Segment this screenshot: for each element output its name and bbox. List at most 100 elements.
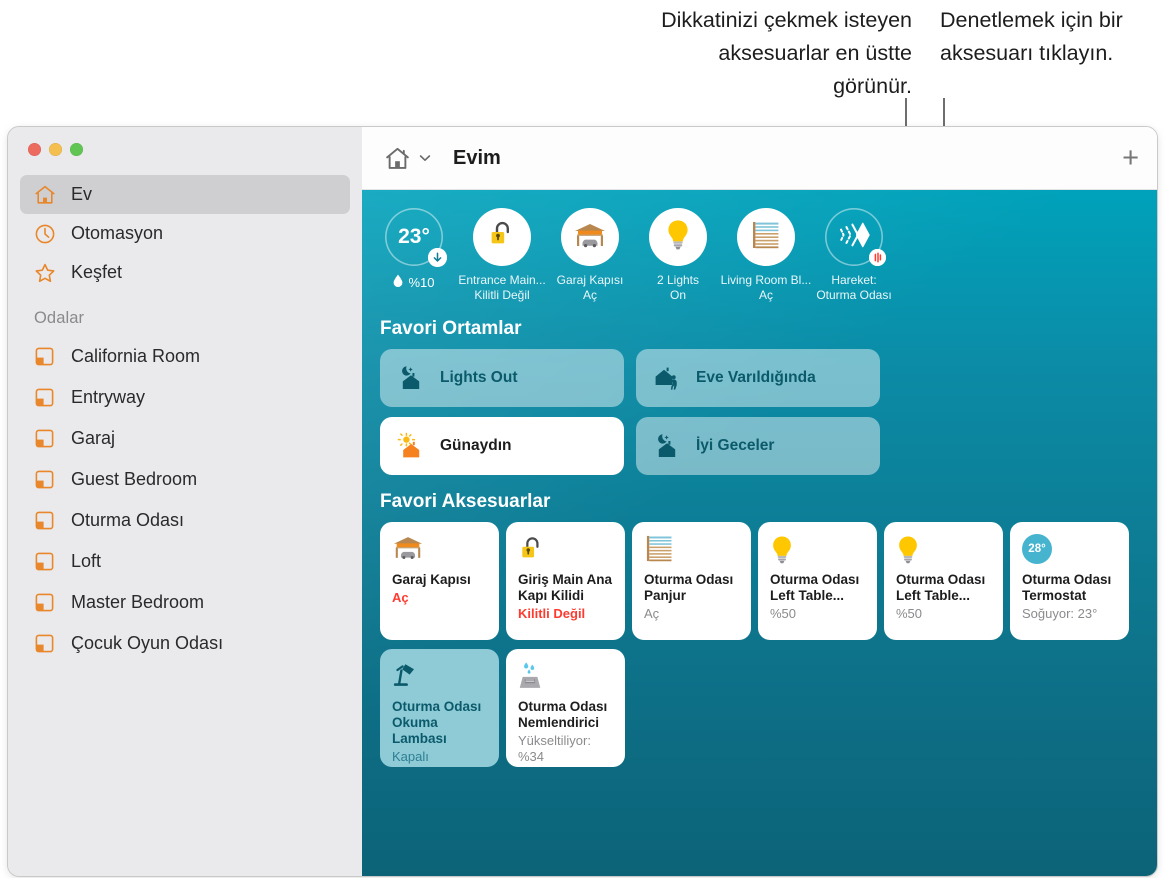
room-label: Garaj <box>71 428 116 448</box>
desk-lamp-icon <box>392 661 488 695</box>
moon-house-icon <box>397 364 425 392</box>
sidebar-item-room[interactable]: California Room <box>20 336 350 377</box>
sidebar-item-automation[interactable]: Otomasyon <box>20 214 350 253</box>
scene-label: Eve Varıldığında <box>696 369 816 386</box>
page-title: Evim <box>453 146 501 169</box>
sidebar-item-label: Otomasyon <box>71 223 164 243</box>
scene-label: Lights Out <box>440 369 518 386</box>
accessory-card-humidifier[interactable]: Oturma Odası Nemlendirici Yükseltiliyor:… <box>506 649 625 767</box>
scene-tile[interactable]: Günaydın <box>380 417 624 475</box>
accessory-card-left-table-lamp-2[interactable]: Oturma Odası Left Table... %50 <box>884 522 1003 640</box>
star-icon <box>33 261 57 285</box>
sidebar-section-rooms: Odalar <box>34 309 85 327</box>
sidebar-item-room[interactable]: Master Bedroom <box>20 582 350 623</box>
humidity-value: %10 <box>408 274 435 290</box>
clock-icon <box>33 222 57 246</box>
room-icon <box>34 387 55 408</box>
sidebar-item-discover[interactable]: Keşfet <box>20 253 350 292</box>
accessory-card-garage-door[interactable]: Garaj Kapısı Aç <box>380 522 499 640</box>
scene-grid: Lights Out Eve Varıldığında Günaydın İyi… <box>380 349 1157 475</box>
accessory-state: %50 <box>770 606 797 621</box>
accessory-circle <box>473 208 531 266</box>
lock-open-icon <box>487 219 517 256</box>
status-line1: Living Room Bl... <box>720 273 812 287</box>
accessory-state: Aç <box>392 590 409 605</box>
status-climate[interactable]: 23° %10 <box>370 208 458 302</box>
status-line2: Aç <box>758 287 773 302</box>
callout-text-right: Denetlemek için bir aksesuarı tıklayın. <box>940 8 1123 65</box>
sidebar-item-room[interactable]: Çocuk Oyun Odası <box>20 623 350 664</box>
accessory-name: Oturma Odası Panjur <box>644 572 734 603</box>
status-line2: Oturma Odası <box>816 287 892 302</box>
status-strip: 23° %10 Entrance Main... Kilitli Değil G… <box>362 190 1157 302</box>
sidebar-item-room[interactable]: Guest Bedroom <box>20 459 350 500</box>
garage-door-icon <box>573 221 607 254</box>
accessory-card-thermostat[interactable]: 28° Oturma Odası Termostat Soğuyor: 23° <box>1010 522 1129 640</box>
accessory-name: Oturma Odası Left Table... <box>770 572 860 603</box>
home-icon <box>33 183 57 207</box>
humidifier-icon <box>518 661 614 695</box>
accessory-name: Giriş Main Ana Kapı Kilidi <box>518 572 613 603</box>
sidebar-item-room[interactable]: Oturma Odası <box>20 500 350 541</box>
status-label: Living Room Bl... Aç <box>720 273 812 302</box>
accessory-card-reading-lamp[interactable]: Oturma Odası Okuma Lambası Kapalı <box>380 649 499 767</box>
accessory-circle <box>737 208 795 266</box>
scene-tile[interactable]: Eve Varıldığında <box>636 349 880 407</box>
add-button[interactable]: + <box>1122 143 1139 173</box>
room-icon <box>34 346 55 367</box>
home-icon[interactable] <box>384 145 411 172</box>
chevron-down-icon[interactable] <box>417 150 433 166</box>
scene-tile[interactable]: İyi Geceler <box>636 417 880 475</box>
room-icon <box>34 592 55 613</box>
status-line1: Entrance Main... <box>458 273 546 287</box>
sidebar-item-label: Keşfet <box>71 262 123 282</box>
maximize-button[interactable] <box>70 143 83 156</box>
close-button[interactable] <box>28 143 41 156</box>
status-lock[interactable]: Entrance Main... Kilitli Değil <box>458 208 546 302</box>
droplet-icon <box>393 274 403 290</box>
motion-icon <box>837 219 871 256</box>
accessory-name: Oturma Odası Nemlendirici <box>518 699 608 730</box>
accessory-circle <box>561 208 619 266</box>
sidebar-item-room[interactable]: Garaj <box>20 418 350 459</box>
room-icon <box>34 551 55 572</box>
status-blinds[interactable]: Living Room Bl... Aç <box>720 208 812 302</box>
accessory-name: Oturma Odası Termostat <box>1022 572 1112 603</box>
status-label: Garaj Kapısı Aç <box>544 273 636 302</box>
status-motion[interactable]: Hareket: Oturma Odası <box>810 208 898 302</box>
status-label: 2 Lights On <box>632 273 724 302</box>
accessory-card-left-table-lamp-1[interactable]: Oturma Odası Left Table... %50 <box>758 522 877 640</box>
sidebar-item-home[interactable]: Ev <box>20 175 350 214</box>
status-label: Hareket: Oturma Odası <box>808 273 900 302</box>
scene-label: Günaydın <box>440 437 512 454</box>
status-label: Entrance Main... Kilitli Değil <box>456 273 548 302</box>
sidebar-item-room[interactable]: Entryway <box>20 377 350 418</box>
minimize-button[interactable] <box>49 143 62 156</box>
accessory-state: Soğuyor: 23° <box>1022 606 1098 621</box>
status-lights[interactable]: 2 Lights On <box>634 208 722 302</box>
garage-door-icon <box>392 534 488 568</box>
status-line2: Aç <box>582 287 597 302</box>
scene-tile[interactable]: Lights Out <box>380 349 624 407</box>
status-line2: Kilitli Değil <box>474 287 530 302</box>
accessory-card-blinds[interactable]: Oturma Odası Panjur Aç <box>632 522 751 640</box>
lightbulb-icon <box>770 534 866 568</box>
house-person-icon <box>653 364 681 392</box>
moon-house-icon <box>653 432 681 460</box>
status-line2: On <box>669 287 686 302</box>
status-garage[interactable]: Garaj Kapısı Aç <box>546 208 634 302</box>
accessory-name: Oturma Odası Okuma Lambası <box>392 699 482 746</box>
room-label: Loft <box>71 551 102 571</box>
scene-label: İyi Geceler <box>696 437 775 454</box>
sidebar-item-room[interactable]: Loft <box>20 541 350 582</box>
accessory-grid: Garaj Kapısı Aç Giriş Main Ana Kapı Kili… <box>380 522 1157 767</box>
accessory-state: Aç <box>644 606 660 621</box>
accessory-state: Yükseltiliyor: %34 <box>518 733 591 764</box>
app-window: Ev Otomasyon Keşfet Odalar California Ro… <box>8 127 1157 876</box>
accessory-circle <box>649 208 707 266</box>
section-title-scenes: Favori Ortamlar <box>380 318 522 339</box>
home-content: 23° %10 Entrance Main... Kilitli Değil G… <box>362 190 1157 876</box>
sidebar: Ev Otomasyon Keşfet Odalar California Ro… <box>8 127 362 876</box>
accessory-card-front-door-lock[interactable]: Giriş Main Ana Kapı Kilidi Kilitli Değil <box>506 522 625 640</box>
sensor-circle <box>825 208 886 266</box>
